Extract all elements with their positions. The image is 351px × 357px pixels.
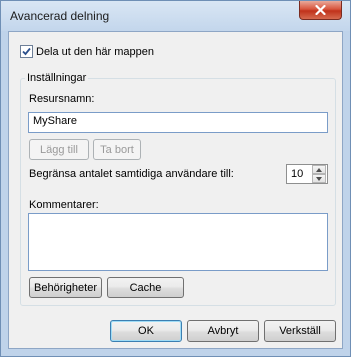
share-folder-checkbox[interactable] — [20, 45, 33, 58]
close-icon — [315, 5, 326, 15]
share-folder-checkbox-row[interactable]: Dela ut den här mappen — [20, 45, 154, 58]
settings-group-label: Inställningar — [25, 72, 89, 84]
spin-down-icon — [316, 176, 322, 181]
remove-button[interactable]: Ta bort — [93, 139, 141, 160]
permissions-button[interactable]: Behörigheter — [29, 277, 102, 298]
add-button-label: Lägg till — [40, 143, 78, 156]
user-limit-label: Begränsa antalet samtidiga användare til… — [29, 168, 234, 180]
cache-button[interactable]: Cache — [107, 277, 184, 298]
user-limit-value: 10 — [291, 168, 304, 180]
spin-up-button[interactable] — [312, 165, 326, 174]
cancel-button-label: Avbryt — [207, 325, 239, 337]
settings-group: Inställningar Resursnamn: MyShare Lägg t… — [20, 72, 336, 306]
spin-up-icon — [316, 167, 322, 172]
apply-button-label: Verkställ — [279, 325, 321, 337]
spin-down-button[interactable] — [312, 174, 326, 183]
window-title: Avancerad delning — [10, 9, 110, 23]
check-icon — [22, 47, 31, 56]
share-name-label: Resursnamn: — [29, 93, 95, 105]
cache-button-label: Cache — [129, 281, 162, 294]
share-name-value: MyShare — [33, 115, 78, 127]
ok-button-label: OK — [138, 325, 154, 337]
share-name-input[interactable]: MyShare — [28, 112, 328, 133]
dialog-client: Dela ut den här mappen Inställningar Res… — [8, 31, 343, 349]
remove-button-label: Ta bort — [100, 143, 134, 156]
close-button[interactable] — [299, 1, 342, 20]
add-button[interactable]: Lägg till — [29, 139, 89, 160]
comments-label: Kommentarer: — [29, 199, 99, 211]
apply-button[interactable]: Verkställ — [264, 320, 336, 342]
cancel-button[interactable]: Avbryt — [187, 320, 259, 342]
title-bar[interactable]: Avancerad delning — [1, 1, 350, 31]
dialog-window: Avancerad delning Dela ut den här mappen… — [0, 0, 351, 357]
share-folder-label: Dela ut den här mappen — [36, 45, 155, 58]
user-limit-spinner[interactable]: 10 — [286, 164, 328, 184]
comments-textarea[interactable] — [28, 213, 328, 271]
permissions-button-label: Behörigheter — [34, 281, 97, 294]
ok-button[interactable]: OK — [110, 320, 182, 342]
